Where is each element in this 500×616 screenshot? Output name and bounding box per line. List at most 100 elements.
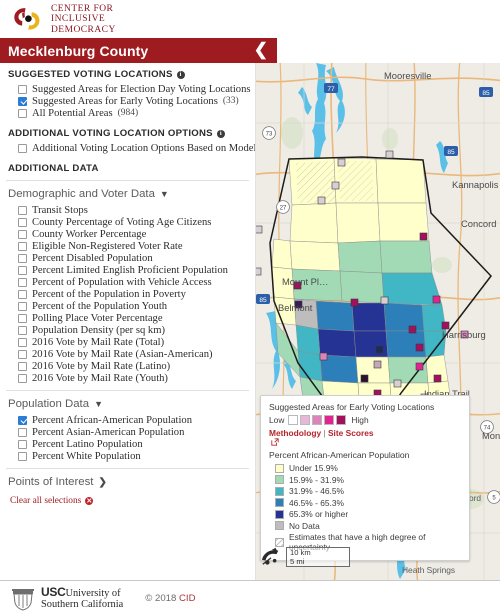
- county-title-bar: Mecklenburg County ❮: [0, 38, 277, 63]
- checkbox-vbm-youth[interactable]: [18, 373, 27, 383]
- list-item[interactable]: 2016 Vote by Mail Rate (Total): [6, 336, 249, 348]
- list-item[interactable]: Percent of the Population in Poverty: [6, 288, 249, 300]
- checkbox-voting-age-citizens[interactable]: [18, 217, 27, 227]
- list-item[interactable]: Percent Limited English Proficient Popul…: [6, 264, 249, 276]
- sidebar-panel[interactable]: SUGGESTED VOTING LOCATIONS i Suggested A…: [0, 63, 256, 580]
- checkbox-vbm-total[interactable]: [18, 337, 27, 347]
- checkbox-latino-population[interactable]: [18, 439, 27, 449]
- list-item[interactable]: 2016 Vote by Mail Rate (Asian-American): [6, 348, 249, 360]
- option-label: Percent African-American Population: [32, 414, 193, 426]
- population-data-list: Percent African-American Population Perc…: [6, 414, 249, 462]
- legend-links: Methodology | Site Scores: [269, 428, 462, 446]
- scale-bars: 10 km 5 mi: [286, 547, 350, 567]
- list-item[interactable]: County Percentage of Voting Age Citizens: [6, 216, 249, 228]
- copyright-text: © 2018 CID: [145, 593, 195, 604]
- option-label: Percent White Population: [32, 450, 141, 462]
- list-item[interactable]: Transit Stops: [6, 204, 249, 216]
- checkbox-election-day-areas[interactable]: [18, 84, 27, 94]
- google-logo-icon[interactable]: [260, 547, 282, 567]
- class-label: 46.5% - 65.3%: [289, 497, 344, 508]
- list-item[interactable]: Suggested Areas for Early Voting Locatio…: [6, 95, 249, 107]
- checkbox-vbm-latino[interactable]: [18, 361, 27, 371]
- checkbox-polling-place-voter-percentage[interactable]: [18, 313, 27, 323]
- suggested-locations-heading-text: SUGGESTED VOTING LOCATIONS: [8, 69, 173, 80]
- list-item[interactable]: Polling Place Voter Percentage: [6, 312, 249, 324]
- list-item[interactable]: Eligible Non-Registered Voter Rate: [6, 240, 249, 252]
- checkbox-population-youth[interactable]: [18, 301, 27, 311]
- option-label: Polling Place Voter Percentage: [32, 312, 163, 324]
- external-link-icon[interactable]: [271, 438, 279, 446]
- list-item[interactable]: Population Density (per sq km): [6, 324, 249, 336]
- option-label: County Percentage of Voting Age Citizens: [32, 216, 212, 228]
- brand-line-2: Inclusive: [51, 14, 106, 25]
- legend-ramp-title: Suggested Areas for Early Voting Locatio…: [269, 402, 435, 412]
- chevron-right-icon[interactable]: ❯: [98, 477, 106, 488]
- svg-text:Mooresville: Mooresville: [384, 70, 431, 81]
- site-scores-link[interactable]: Site Scores: [328, 428, 374, 438]
- checkbox-all-potential-areas[interactable]: [18, 108, 27, 118]
- chevron-left-icon[interactable]: ❮: [251, 41, 271, 60]
- ramp-swatch-3: [312, 415, 323, 425]
- info-icon[interactable]: i: [176, 70, 185, 79]
- checkbox-population-in-poverty[interactable]: [18, 289, 27, 299]
- class-swatch-31-9-to-46-5: [275, 486, 284, 496]
- checkbox-population-density[interactable]: [18, 325, 27, 335]
- app-root: Center for Inclusive Democracy Mecklenbu…: [0, 0, 500, 616]
- list-item[interactable]: All Potential Areas (984): [6, 107, 249, 119]
- copyright-org: CID: [179, 593, 196, 604]
- list-item[interactable]: County Worker Percentage: [6, 228, 249, 240]
- checkbox-asian-american-population[interactable]: [18, 427, 27, 437]
- list-item[interactable]: 2016 Vote by Mail Rate (Latino): [6, 360, 249, 372]
- page-title: Mecklenburg County: [8, 42, 149, 59]
- legend-class-row: No Data: [275, 521, 462, 531]
- list-item[interactable]: Percent White Population: [6, 450, 249, 462]
- class-label: 15.9% - 31.9%: [289, 474, 344, 485]
- group-demographic-and-voter-data[interactable]: Demographic and Voter Data ▼: [8, 188, 249, 200]
- checkbox-white-population[interactable]: [18, 451, 27, 461]
- list-item[interactable]: Additional Voting Location Options Based…: [6, 142, 255, 154]
- checkbox-county-worker-percentage[interactable]: [18, 229, 27, 239]
- list-item[interactable]: Percent Disabled Population: [6, 252, 249, 264]
- checkbox-non-registered-voter-rate[interactable]: [18, 241, 27, 251]
- checkbox-model-based-options[interactable]: [18, 143, 27, 153]
- info-icon[interactable]: i: [216, 129, 225, 138]
- svg-text:Concord: Concord: [461, 218, 496, 229]
- list-item[interactable]: Percent Asian-American Population: [6, 426, 249, 438]
- checkbox-early-voting-areas[interactable]: [18, 96, 27, 106]
- checkbox-african-american-population[interactable]: [18, 415, 27, 425]
- brand-name: Center for Inclusive Democracy: [51, 3, 116, 36]
- demographic-data-list: Transit Stops County Percentage of Votin…: [6, 204, 249, 384]
- checkbox-disabled-population[interactable]: [18, 253, 27, 263]
- suggested-locations-heading: SUGGESTED VOTING LOCATIONS i: [8, 69, 249, 80]
- list-item[interactable]: Percent of Population with Vehicle Acces…: [6, 276, 249, 288]
- clear-all-selections-button[interactable]: Clear all selections ✕: [10, 496, 249, 506]
- checkbox-limited-english-population[interactable]: [18, 265, 27, 275]
- svg-text:85: 85: [259, 297, 267, 304]
- group-population-data[interactable]: Population Data ▼: [8, 398, 249, 410]
- option-label: County Worker Percentage: [32, 228, 147, 240]
- chevron-down-icon[interactable]: ▼: [160, 189, 169, 199]
- group-points-of-interest[interactable]: Points of Interest ❯: [8, 476, 249, 488]
- list-item[interactable]: Percent African-American Population: [6, 414, 249, 426]
- option-label: Transit Stops: [32, 204, 88, 216]
- checkbox-vbm-asian-american[interactable]: [18, 349, 27, 359]
- chevron-down-icon[interactable]: ▼: [94, 399, 103, 409]
- list-item[interactable]: Percent Latino Population: [6, 438, 249, 450]
- additional-options-heading-text: ADDITIONAL VOTING LOCATION OPTIONS: [8, 128, 213, 139]
- option-label: 2016 Vote by Mail Rate (Asian-American): [32, 348, 213, 360]
- clear-circle-icon[interactable]: ✕: [85, 497, 94, 505]
- checkbox-vehicle-access[interactable]: [18, 277, 27, 287]
- option-label: Additional Voting Location Options Based…: [32, 142, 256, 154]
- list-item[interactable]: Suggested Areas for Election Day Voting …: [6, 83, 251, 95]
- list-item[interactable]: Percent of the Population Youth: [6, 300, 249, 312]
- map-canvas[interactable]: Mooresville Kannapolis Concord Harrisbur…: [256, 63, 500, 580]
- option-label: Population Density (per sq km): [32, 324, 165, 336]
- list-item[interactable]: 2016 Vote by Mail Rate (Youth): [6, 372, 249, 384]
- legend-choropleth-title: Percent African-American Population: [269, 450, 410, 460]
- legend-class-row: 65.3% or higher: [275, 509, 462, 519]
- methodology-link[interactable]: Methodology: [269, 428, 321, 438]
- group-label: Demographic and Voter Data: [8, 188, 155, 200]
- ramp-swatch-2: [300, 415, 311, 425]
- svg-text:Kannapolis: Kannapolis: [452, 179, 499, 190]
- checkbox-transit-stops[interactable]: [18, 205, 27, 215]
